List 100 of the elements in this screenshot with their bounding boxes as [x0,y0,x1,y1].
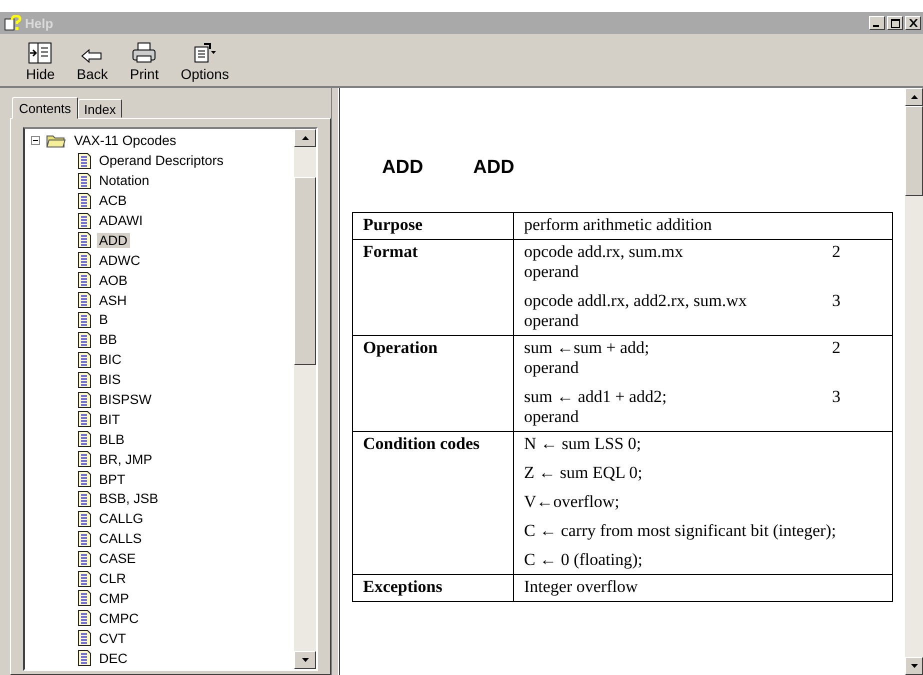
topic-heading: ADD [473,156,514,178]
tree-item[interactable]: BISPSW [97,392,154,408]
tree-item[interactable]: BSB, JSB [97,491,160,506]
document-icon [78,411,91,428]
row-label: Exceptions [363,577,442,596]
document-icon [78,172,91,189]
tree-item[interactable]: ADAWI [97,213,145,228]
cell-text: Integer overflow [524,577,639,597]
row-label: Operation [363,338,438,357]
hide-pane-icon [27,42,54,64]
back-arrow-icon [81,48,104,64]
cell-text: N ← sum LSS 0; [524,434,642,454]
operand-count: 3 [832,291,840,311]
document-icon [78,332,91,348]
collapse-icon[interactable] [31,136,40,146]
hide-button[interactable]: Hide [22,40,59,86]
scroll-up-icon [302,136,309,140]
cell-text: perform arithmetic addition [524,215,713,235]
document-icon [78,372,91,388]
tab[interactable]: Contents [12,97,78,119]
document-icon [78,431,91,448]
tree-item[interactable]: BIT [97,412,122,427]
operand-count: 3 [832,387,840,407]
document-icon [78,232,91,248]
printer-icon [131,42,158,64]
scroll-up-icon [910,95,918,99]
cell-text: Z ← sum EQL 0; [524,463,644,483]
tree-item[interactable]: CMP [97,590,131,606]
document-icon [78,292,91,308]
scrollbar[interactable] [905,88,923,675]
maximize-icon [890,18,900,28]
document-icon [78,192,91,209]
document-icon [78,312,91,328]
scroll-down-icon [302,658,309,662]
tree-item[interactable]: ACB [97,193,129,208]
maximize-button[interactable] [887,16,903,30]
document-icon [78,510,91,527]
cell-text: opcode add.rx, sum.mx [524,242,684,262]
tree-item[interactable]: CALLS [97,531,144,546]
print-button[interactable]: Print [126,40,163,86]
topic-heading: ADD [382,156,424,178]
cell-text: C ← 0 (floating); [524,550,644,570]
tree-item[interactable]: CVT [97,630,128,646]
close-button[interactable] [905,16,921,30]
tree-item[interactable]: BB [97,332,120,348]
document-icon [78,352,91,368]
tree-item[interactable]: CASE [97,551,138,566]
tree-item[interactable]: BIS [97,372,123,388]
scroll-thumb[interactable] [905,106,923,196]
document-icon [78,392,91,408]
operand-count: 2 [832,338,840,358]
document-icon [78,252,91,268]
document-icon [78,650,91,666]
scroll-down-icon [910,664,918,668]
options-button[interactable]: Options [176,40,233,86]
tree-item[interactable]: ASH [97,292,129,308]
tree-item[interactable]: CMPC [97,610,141,626]
options-icon [192,42,218,64]
tree-item[interactable]: BR, JMP [97,452,154,467]
back-button[interactable]: Back [72,46,112,86]
document-icon [78,451,91,468]
document-icon [78,471,91,488]
tree-item[interactable]: CLR [97,571,128,586]
document-icon [78,152,91,169]
document-icon [78,530,91,547]
document-icon [78,212,91,228]
document-icon [78,550,91,567]
tree-item[interactable]: Notation [97,173,152,188]
cell-text: sum ← add1 + add2; [524,387,668,407]
tree-item[interactable]: VAX-11 Opcodes [72,133,178,148]
minimize-button[interactable] [869,16,885,30]
pane-splitter[interactable] [331,88,339,675]
document-icon [78,570,91,587]
tree-item[interactable]: ADWC [97,252,142,268]
row-label: Purpose [363,215,422,234]
help-icon [4,15,22,31]
row-label: Condition codes [363,434,480,453]
scroll-thumb[interactable] [294,177,316,365]
tree-item[interactable]: BLB [97,432,127,447]
document-icon [78,272,91,288]
tree-item[interactable]: ADD [97,232,130,248]
tree-item[interactable]: DEC [97,650,130,666]
folder-icon [46,133,66,148]
document-icon [78,590,91,606]
cell-text: operand [524,407,580,427]
cell-text: opcode addl.rx, add2.rx, sum.wx [524,291,748,311]
tree-item[interactable]: BPT [97,472,128,487]
tree-item[interactable]: BIC [97,352,124,368]
cell-text: operand [524,262,580,282]
scrollbar[interactable] [294,129,316,669]
document-icon [78,490,91,507]
tree-item[interactable]: Operand Descriptors [97,153,226,168]
tree-item[interactable]: CALLG [97,511,146,526]
operand-count: 2 [832,242,840,262]
document-icon [78,610,91,626]
tree-item[interactable]: AOB [97,272,130,288]
row-label: Format [363,242,418,261]
tree-item[interactable]: B [97,312,110,328]
cell-text: V←overflow; [524,492,620,512]
tab[interactable]: Index [78,99,122,118]
